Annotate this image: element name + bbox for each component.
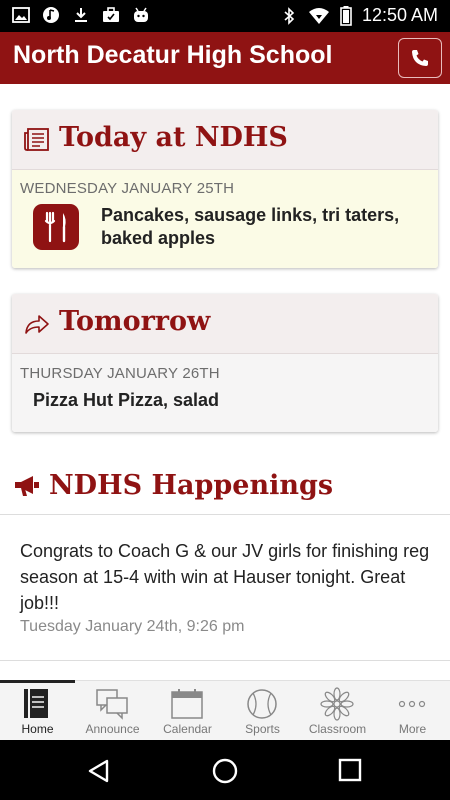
phone-icon: [412, 50, 428, 66]
tab-announce[interactable]: Announce: [75, 681, 150, 741]
recents-icon[interactable]: [338, 758, 362, 782]
home-feed[interactable]: Today at NDHS WEDNESDAY JANUARY 25TH Pan…: [0, 84, 450, 680]
back-icon[interactable]: [86, 758, 112, 784]
music-icon: [43, 7, 59, 23]
post-timestamp: Tuesday January 24th, 9:26 pm: [20, 618, 245, 635]
happenings-title: NDHS Happenings: [49, 470, 334, 501]
tab-more-label: More: [398, 722, 427, 736]
tab-home-label: Home: [21, 722, 54, 736]
home-icon[interactable]: [211, 757, 239, 785]
calendar-icon: [171, 689, 203, 719]
happenings-heading: NDHS Happenings: [13, 470, 333, 501]
download-icon: [75, 8, 87, 22]
divider: [0, 514, 450, 515]
clock-time: 12:50 AM: [361, 5, 438, 25]
tab-sports-label: Sports: [245, 722, 280, 736]
status-bar: 12:50 AM: [0, 0, 450, 32]
bluetooth-icon: [284, 6, 295, 25]
tomorrow-menu: Pizza Hut Pizza, salad: [33, 390, 220, 410]
wifi-icon: [308, 7, 329, 24]
forward-arrow-icon: [25, 315, 49, 334]
tomorrow-card-body: THURSDAY JANUARY 26TH Pizza Hut Pizza, s…: [12, 354, 438, 432]
home-book-icon: [24, 689, 48, 718]
more-dots-icon: [398, 700, 426, 708]
tab-calendar-label: Calendar: [163, 722, 212, 736]
megaphone-icon: [15, 475, 39, 496]
tab-calendar[interactable]: Calendar: [150, 681, 225, 741]
call-button[interactable]: [398, 38, 442, 78]
tab-sports[interactable]: Sports: [225, 681, 300, 741]
tab-classroom[interactable]: Classroom: [300, 681, 375, 741]
briefcase-icon: [103, 7, 119, 22]
app-title: North Decatur High School: [13, 41, 333, 69]
tab-more[interactable]: More: [375, 681, 450, 741]
newspaper-icon: [24, 128, 49, 151]
tomorrow-card-header: Tomorrow: [12, 294, 438, 354]
bottom-tab-bar: Home Announce Calendar Sports Classroom: [0, 680, 450, 740]
fork-knife-icon: [33, 204, 79, 250]
tab-classroom-label: Classroom: [308, 722, 367, 736]
divider: [0, 660, 450, 661]
battery-icon: [340, 5, 352, 26]
today-date: WEDNESDAY JANUARY 25TH: [20, 180, 235, 197]
happening-post[interactable]: Congrats to Coach G & our JV girls for f…: [20, 538, 440, 636]
tomorrow-card-title: Tomorrow: [59, 306, 211, 337]
tab-home[interactable]: Home: [0, 680, 75, 741]
baseball-icon: [247, 689, 277, 719]
app-bar: North Decatur High School: [0, 32, 450, 84]
chat-bubbles-icon: [96, 689, 128, 720]
system-nav-bar: [0, 740, 450, 800]
today-card-title: Today at NDHS: [59, 122, 288, 153]
post-text: Congrats to Coach G & our JV girls for f…: [20, 541, 430, 613]
tomorrow-card[interactable]: Tomorrow THURSDAY JANUARY 26TH Pizza Hut…: [12, 294, 438, 432]
today-card-body: WEDNESDAY JANUARY 25TH Pancakes, sausage…: [12, 170, 438, 268]
android-icon: [134, 7, 148, 22]
tab-announce-label: Announce: [85, 722, 140, 736]
image-icon: [12, 7, 30, 23]
today-card-header: Today at NDHS: [12, 110, 438, 170]
flower-icon: [320, 687, 354, 721]
today-card[interactable]: Today at NDHS WEDNESDAY JANUARY 25TH Pan…: [12, 110, 438, 268]
tomorrow-date: THURSDAY JANUARY 26TH: [20, 365, 220, 382]
today-menu: Pancakes, sausage links, tri taters, bak…: [101, 205, 400, 248]
